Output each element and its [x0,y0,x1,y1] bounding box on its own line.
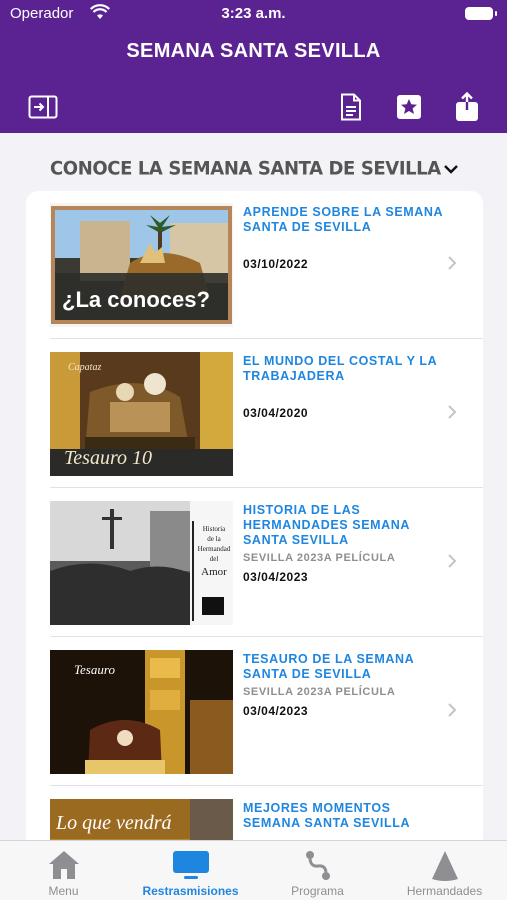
share-button[interactable] [452,92,482,122]
item-title: EL MUNDO DEL COSTAL Y LA TRABAJADERA [243,354,437,383]
tab-label: Hermandades [406,884,483,898]
tv-icon [172,851,209,879]
chevron-right-icon [448,256,457,270]
item-subtitle: SEVILLA 2023A PELÍCULA [243,552,396,564]
chevron-right-icon [448,405,457,419]
thumbnail-caption: Historia [203,525,226,533]
favorites-button[interactable] [394,92,424,122]
svg-text:de la: de la [207,535,221,543]
divider [50,487,483,488]
tab-hermandades[interactable]: Hermandades [381,841,507,900]
svg-text:del: del [210,555,219,563]
status-bar: Operador 3:23 a.m. [10,4,497,26]
nazareno-icon [431,851,458,881]
thumbnail-caption: ¿La conoces? [62,287,210,312]
section-title: CONOCE LA SEMANA SANTA DE SEVILLA [50,157,441,180]
video-thumbnail: Historia de la Hermandad del Amor [50,501,233,625]
divider [50,636,483,637]
video-thumbnail: Tesauro [50,650,233,774]
item-title: HISTORIA DE LAS HERMANDADES SEMANA SANTA… [243,503,410,547]
chevron-down-icon [444,165,458,174]
list-item[interactable]: Capataz Tesauro 10 EL MUNDO DEL COSTAL Y… [26,340,483,488]
tab-label: Programa [291,884,344,898]
share-icon [456,92,478,121]
tab-bar: Menu Restrasmisiones Programa Hermandade… [0,840,507,900]
item-date: 03/04/2020 [243,406,309,420]
item-subtitle: SEVILLA 2023A PELÍCULA [243,686,396,698]
thumbnail-caption: Tesauro [74,662,115,677]
svg-text:Amor: Amor [201,566,227,578]
thumbnail-caption: Lo que vendrá [55,812,172,834]
list-item[interactable]: Tesauro TESAURO DE LA SEMANA SANTA DE SE… [26,638,483,786]
sidebar-toggle-button[interactable] [28,92,58,122]
chevron-right-icon [448,703,457,717]
list-item[interactable]: Historia de la Hermandad del Amor HISTOR… [26,489,483,637]
document-button[interactable] [336,92,366,122]
tab-menu[interactable]: Menu [0,841,127,900]
route-icon [305,851,330,880]
thumbnail-caption: Capataz [68,362,101,373]
item-date: 03/10/2022 [243,257,309,271]
document-icon [341,93,361,121]
home-icon [48,851,79,879]
tab-restrasmisiones[interactable]: Restrasmisiones [127,841,254,900]
tab-label: Restrasmisiones [142,884,239,898]
item-date: 03/04/2023 [243,704,309,718]
navigation-bar: Operador 3:23 a.m. SEMANA SANTA SEVILLA [0,0,507,133]
divider [50,785,483,786]
item-title: MEJORES MOMENTOS SEMANA SANTA SEVILLA [243,801,411,830]
list-item[interactable]: ¿La conoces? APRENDE SOBRE LA SEMANA SAN… [26,191,483,339]
collapse-button[interactable] [440,160,462,178]
section-header[interactable]: CONOCE LA SEMANA SANTA DE SEVILLA [0,134,507,192]
page-title: SEMANA SANTA SEVILLA [126,40,381,62]
tab-programa[interactable]: Programa [254,841,381,900]
video-thumbnail: ¿La conoces? [50,203,233,327]
chevron-right-icon [448,554,457,568]
tab-label: Menu [48,884,79,898]
video-list: ¿La conoces? APRENDE SOBRE LA SEMANA SAN… [26,191,483,851]
video-thumbnail: Capataz Tesauro 10 [50,352,233,476]
thumbnail-title: Tesauro 10 [64,447,152,469]
svg-text:Hermandad: Hermandad [198,545,231,553]
item-date: 03/04/2023 [243,570,309,584]
star-icon [397,95,421,119]
divider [50,338,483,339]
clock: 3:23 a.m. [221,5,286,22]
sidebar-toggle-icon [28,95,58,119]
item-title: APRENDE SOBRE LA SEMANA SANTA DE SEVILLA [243,205,443,234]
item-title: TESAURO DE LA SEMANA SANTA DE SEVILLA [243,652,414,681]
battery-icon [465,7,497,20]
